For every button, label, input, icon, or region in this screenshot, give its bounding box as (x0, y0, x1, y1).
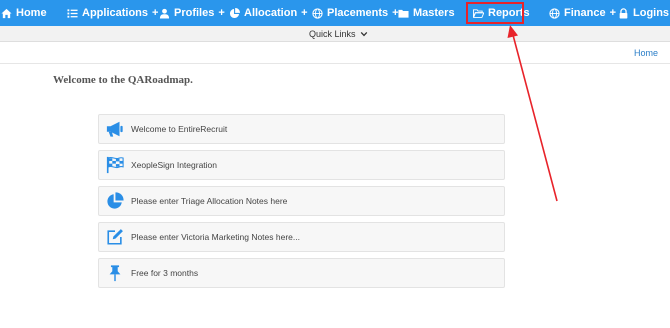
nav-finance-label: Finance (564, 7, 606, 19)
nav-logins-label: Logins (633, 7, 670, 19)
nav-logins[interactable]: Logins + (618, 0, 670, 26)
list-icon (67, 8, 78, 18)
megaphone-icon (106, 121, 123, 137)
nav-finance[interactable]: Finance + (549, 0, 616, 26)
thumbtack-icon (109, 265, 121, 282)
nav-placements[interactable]: Placements + (312, 0, 399, 26)
top-navigation-bar: Home Applications + Profiles + Allocatio… (0, 0, 670, 26)
edit-icon (107, 229, 123, 245)
header-divider (0, 63, 670, 64)
nav-finance-plus: + (609, 7, 617, 19)
nav-profiles-label: Profiles (174, 7, 215, 19)
globe-icon (312, 7, 323, 19)
nav-masters-label: Masters (413, 7, 455, 19)
nav-masters[interactable]: Masters (398, 0, 455, 26)
list-item-triage-notes[interactable]: Please enter Triage Allocation Notes her… (98, 186, 505, 216)
reports-highlight-annotation (466, 2, 524, 24)
nav-home[interactable]: Home (1, 0, 47, 26)
lock-icon (619, 7, 628, 19)
nav-allocation-label: Allocation (244, 7, 298, 19)
pie-chart-icon (229, 7, 240, 18)
checkered-flag-icon (106, 156, 124, 174)
nav-profiles-plus: + (218, 7, 225, 19)
list-item-label: XeopleSign Integration (131, 160, 218, 170)
page-title: Welcome to the QARoadmap. (53, 74, 193, 86)
home-icon (1, 8, 12, 18)
nav-allocation[interactable]: Allocation + (229, 0, 308, 26)
nav-applications-label: Applications (82, 7, 149, 19)
nav-profiles[interactable]: Profiles + (159, 0, 225, 26)
globe-icon (549, 7, 560, 19)
pie-chart-icon (107, 192, 124, 209)
nav-placements-label: Placements (327, 7, 389, 19)
list-item-xeoplesign[interactable]: XeopleSign Integration (98, 150, 505, 180)
nav-home-label: Home (16, 7, 47, 19)
chevron-down-icon (360, 31, 367, 37)
list-item-free-trial[interactable]: Free for 3 months (98, 258, 505, 288)
quick-links-bar: Quick Links (0, 26, 670, 42)
nav-applications[interactable]: Applications + (67, 0, 158, 26)
quick-links-dropdown[interactable]: Quick Links (309, 27, 368, 41)
list-item-label: Free for 3 months (131, 268, 199, 278)
folder-icon (398, 9, 409, 18)
list-item-welcome[interactable]: Welcome to EntireRecruit (98, 114, 505, 144)
list-item-victoria-notes[interactable]: Please enter Victoria Marketing Notes he… (98, 222, 505, 252)
user-icon (159, 8, 170, 19)
quick-links-label: Quick Links (309, 29, 356, 39)
nav-applications-plus: + (152, 7, 159, 19)
nav-allocation-plus: + (301, 7, 308, 19)
list-item-label: Please enter Triage Allocation Notes her… (131, 196, 288, 206)
list-item-label: Please enter Victoria Marketing Notes he… (131, 232, 300, 242)
list-item-label: Welcome to EntireRecruit (131, 124, 228, 134)
breadcrumb-home[interactable]: Home (634, 48, 658, 58)
